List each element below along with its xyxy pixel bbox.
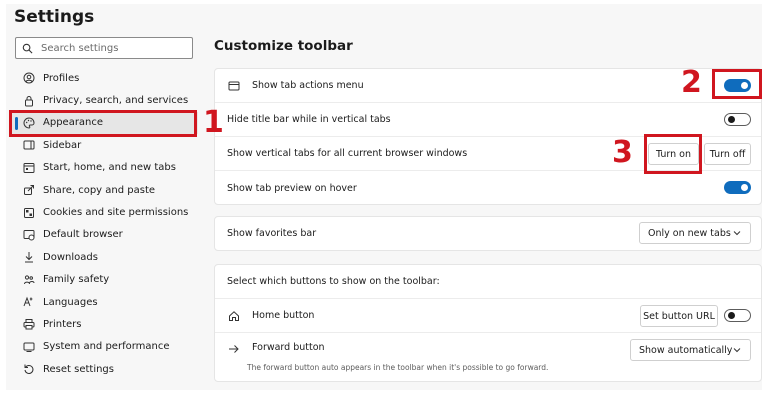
favorites-label: Show favorites bar bbox=[227, 228, 317, 239]
sidebar-item-label: Downloads bbox=[43, 251, 98, 263]
sidebar-item-sidebar[interactable]: Sidebar bbox=[12, 134, 198, 156]
sidebar-item-downloads[interactable]: Downloads bbox=[12, 246, 198, 268]
sidebar-item-label: Start, home, and new tabs bbox=[43, 162, 176, 174]
hide-title-bar-toggle[interactable] bbox=[724, 113, 751, 126]
sidebar-item-start-home[interactable]: Start, home, and new tabs bbox=[12, 157, 198, 179]
tab-preview-label: Show tab preview on hover bbox=[227, 182, 357, 194]
sidebar-item-cookies[interactable]: Cookies and site permissions bbox=[12, 201, 198, 223]
sidebar-item-label: Cookies and site permissions bbox=[43, 207, 189, 219]
sidebar-item-label: Default browser bbox=[43, 229, 123, 241]
sidebar-item-printers[interactable]: Printers bbox=[12, 313, 198, 335]
profile-icon bbox=[22, 72, 35, 85]
annotation-number-1: 1 bbox=[203, 105, 224, 140]
forward-arrow-icon bbox=[227, 342, 240, 355]
download-icon bbox=[22, 251, 35, 264]
search-input[interactable] bbox=[41, 42, 181, 54]
set-button-url-button[interactable]: Set button URL bbox=[640, 305, 718, 327]
search-icon bbox=[22, 39, 33, 58]
sidebar-item-languages[interactable]: Languages bbox=[12, 291, 198, 313]
languages-icon bbox=[22, 296, 35, 309]
forward-button-select[interactable]: Show automatically bbox=[630, 339, 751, 361]
vertical-tabs-label: Show vertical tabs for all current brows… bbox=[227, 148, 468, 159]
annotation-number-2: 2 bbox=[681, 65, 702, 100]
sidebar-item-label: System and performance bbox=[43, 341, 170, 353]
tab-preview-toggle[interactable] bbox=[724, 181, 751, 194]
favorites-card: Show favorites bar Only on new tabs bbox=[214, 216, 762, 251]
turn-off-button[interactable]: Turn off bbox=[704, 143, 751, 165]
sidebar-item-reset[interactable]: Reset settings bbox=[12, 358, 198, 380]
sidebar-item-label: Share, copy and paste bbox=[43, 184, 156, 196]
default-browser-icon bbox=[22, 228, 35, 241]
sidebar-item-default-browser[interactable]: Default browser bbox=[12, 224, 198, 246]
sidebar-item-system[interactable]: System and performance bbox=[12, 336, 198, 358]
sidebar-item-label: Family safety bbox=[43, 274, 110, 286]
show-tab-actions-label: Show tab actions menu bbox=[252, 80, 364, 91]
sidebar-item-privacy[interactable]: Privacy, search, and services bbox=[12, 89, 198, 111]
sidebar-item-label: Profiles bbox=[43, 72, 80, 84]
forward-select-value: Show automatically bbox=[639, 344, 733, 356]
sidebar-item-label: Sidebar bbox=[43, 139, 82, 151]
hide-title-bar-label: Hide title bar while in vertical tabs bbox=[227, 114, 391, 125]
system-icon bbox=[22, 340, 35, 353]
highlight-box-toggle bbox=[712, 69, 762, 99]
start-home-icon bbox=[22, 161, 35, 174]
share-icon bbox=[22, 184, 35, 197]
forward-button-description: The forward button auto appears in the t… bbox=[247, 363, 549, 372]
sidebar-item-profiles[interactable]: Profiles bbox=[12, 67, 198, 89]
section-title: Customize toolbar bbox=[214, 38, 353, 54]
chevron-down-icon bbox=[733, 231, 741, 236]
tab-preview-row: Show tab preview on hover bbox=[215, 171, 761, 205]
sidebar-icon bbox=[22, 139, 35, 152]
page-title: Settings bbox=[14, 7, 95, 27]
lock-icon bbox=[22, 94, 35, 107]
chevron-down-icon bbox=[733, 348, 741, 353]
forward-button-label: Forward button bbox=[252, 342, 325, 353]
tab-actions-icon bbox=[227, 79, 240, 92]
family-icon bbox=[22, 273, 35, 286]
highlight-box-appearance bbox=[9, 110, 197, 137]
forward-button-row: Forward button Show automatically bbox=[215, 333, 761, 381]
toolbar-buttons-header-row: Select which buttons to show on the tool… bbox=[215, 265, 761, 299]
sidebar-item-label: Printers bbox=[43, 318, 82, 330]
sidebar-item-label: Reset settings bbox=[43, 363, 114, 375]
home-button-row: Home button Set button URL bbox=[215, 299, 761, 333]
reset-icon bbox=[22, 363, 35, 376]
toolbar-buttons-header: Select which buttons to show on the tool… bbox=[227, 276, 440, 287]
highlight-box-turn-on bbox=[644, 134, 702, 174]
sidebar-item-family[interactable]: Family safety bbox=[12, 269, 198, 291]
home-button-label: Home button bbox=[252, 310, 315, 321]
annotation-number-3: 3 bbox=[612, 135, 633, 170]
home-button-toggle[interactable] bbox=[724, 309, 751, 322]
sidebar-item-label: Privacy, search, and services bbox=[43, 95, 189, 107]
cookies-icon bbox=[22, 206, 35, 219]
show-tab-actions-row: Show tab actions menu bbox=[215, 69, 761, 103]
hide-title-bar-row: Hide title bar while in vertical tabs bbox=[215, 103, 761, 137]
favorites-select-value: Only on new tabs bbox=[648, 227, 731, 239]
favorites-select[interactable]: Only on new tabs bbox=[639, 222, 751, 244]
search-box[interactable] bbox=[15, 37, 193, 59]
favorites-row: Show favorites bar Only on new tabs bbox=[215, 217, 761, 250]
sidebar-item-label: Languages bbox=[43, 296, 98, 308]
sidebar-item-share[interactable]: Share, copy and paste bbox=[12, 179, 198, 201]
printer-icon bbox=[22, 318, 35, 331]
home-icon bbox=[227, 309, 240, 322]
